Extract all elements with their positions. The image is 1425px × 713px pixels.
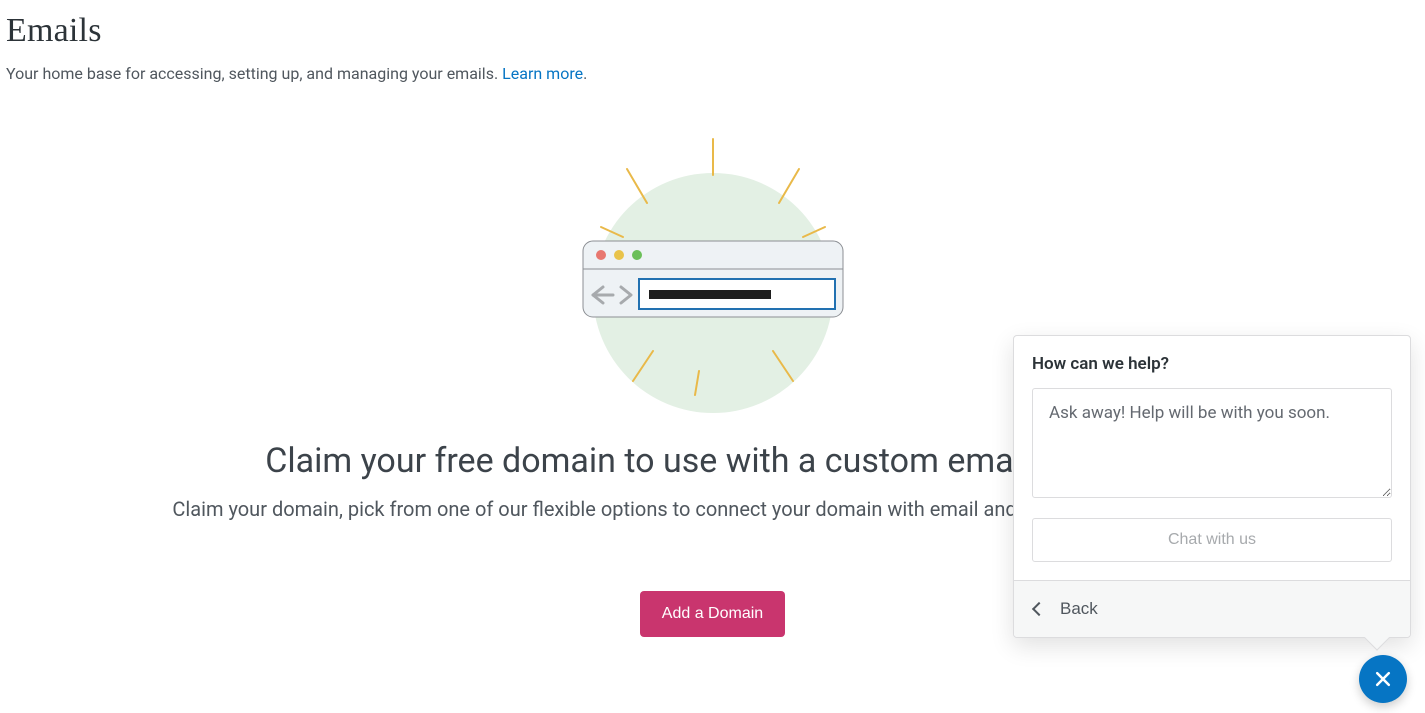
page-subtitle-suffix: . (583, 64, 587, 83)
chat-with-us-button[interactable]: Chat with us (1032, 518, 1392, 562)
browser-illustration-icon (563, 133, 863, 433)
help-back-button[interactable]: Back (1032, 595, 1100, 623)
help-close-fab[interactable] (1359, 655, 1407, 703)
help-title: How can we help? (1032, 354, 1392, 374)
chevron-left-icon (1032, 602, 1046, 616)
page-subtitle-text: Your home base for accessing, setting up… (6, 64, 502, 83)
close-icon (1373, 669, 1393, 689)
page-title: Emails (6, 12, 1419, 50)
add-domain-button[interactable]: Add a Domain (640, 591, 785, 637)
help-popover: How can we help? Chat with us Back (1013, 335, 1411, 638)
help-input[interactable] (1032, 388, 1392, 498)
help-back-label: Back (1060, 599, 1098, 619)
page-subtitle: Your home base for accessing, setting up… (6, 64, 1419, 83)
learn-more-link[interactable]: Learn more (502, 64, 583, 83)
